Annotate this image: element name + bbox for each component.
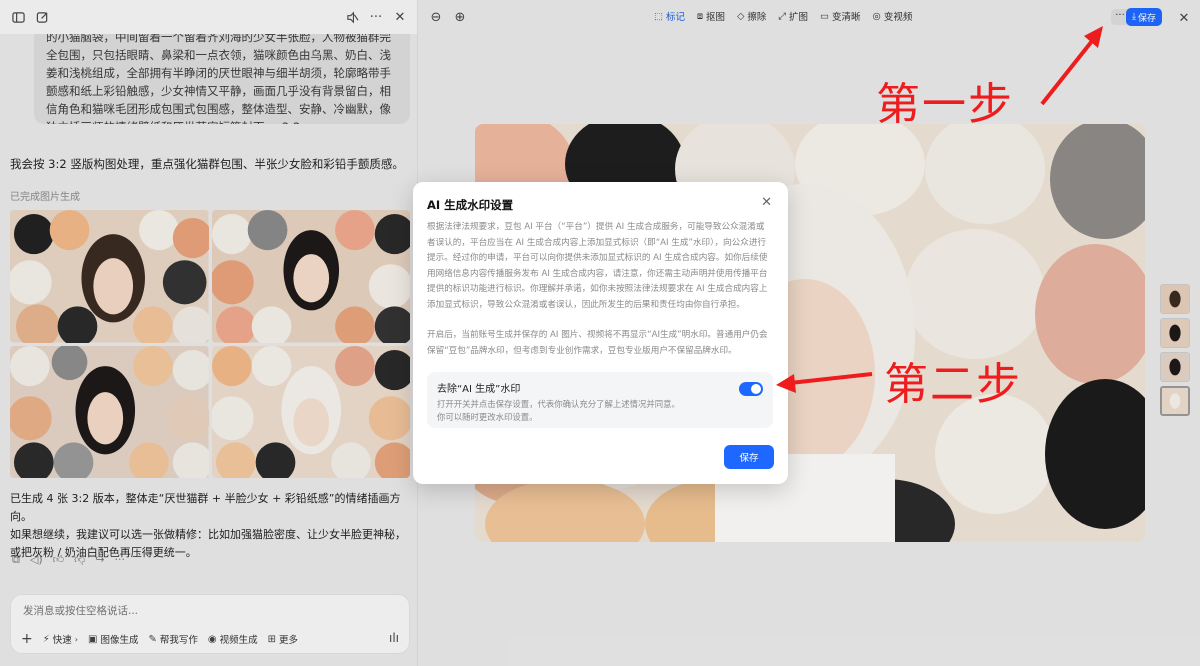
toggle-knob <box>751 384 761 394</box>
remove-watermark-setting: 去除“AI 生成”水印 打开开关并点击保存设置，代表你确认充分了解上述情况并同意… <box>427 372 773 428</box>
remove-watermark-toggle[interactable] <box>739 382 763 396</box>
watermark-settings-dialog: AI 生成水印设置 ✕ 根据法律法规要求，豆包 AI 平台（“平台”）提供 AI… <box>413 182 788 484</box>
step1-label: 第一步 <box>876 79 1014 130</box>
toggle-description: 打开开关并点击保存设置，代表你确认充分了解上述情况并同意。 你可以随时更改水印设… <box>437 399 680 422</box>
effect-notice-text: 开启后，当前账号生成并保存的 AI 图片、视频将不再显示“AI生成”明水印。普通… <box>427 330 768 356</box>
step2-label: 第二步 <box>884 359 1022 410</box>
legal-notice-text: 根据法律法规要求，豆包 AI 平台（“平台”）提供 AI 生成合成服务，可能导致… <box>427 222 768 310</box>
chat-header: ··· ✕ <box>0 0 417 34</box>
more-options-icon[interactable]: ··· <box>366 7 386 27</box>
new-chat-icon[interactable] <box>32 7 52 27</box>
dialog-title: AI 生成水印设置 <box>427 198 514 212</box>
toggle-title: 去除“AI 生成”水印 <box>437 384 521 395</box>
save-settings-button[interactable]: 保存 <box>724 445 774 469</box>
dialog-body: 根据法律法规要求，豆包 AI 平台（“平台”）提供 AI 生成合成服务，可能导致… <box>427 220 773 359</box>
close-icon[interactable]: ✕ <box>761 195 772 210</box>
mute-icon[interactable] <box>342 7 362 27</box>
sidebar-toggle-icon[interactable] <box>8 7 28 27</box>
close-icon[interactable]: ✕ <box>390 7 410 27</box>
